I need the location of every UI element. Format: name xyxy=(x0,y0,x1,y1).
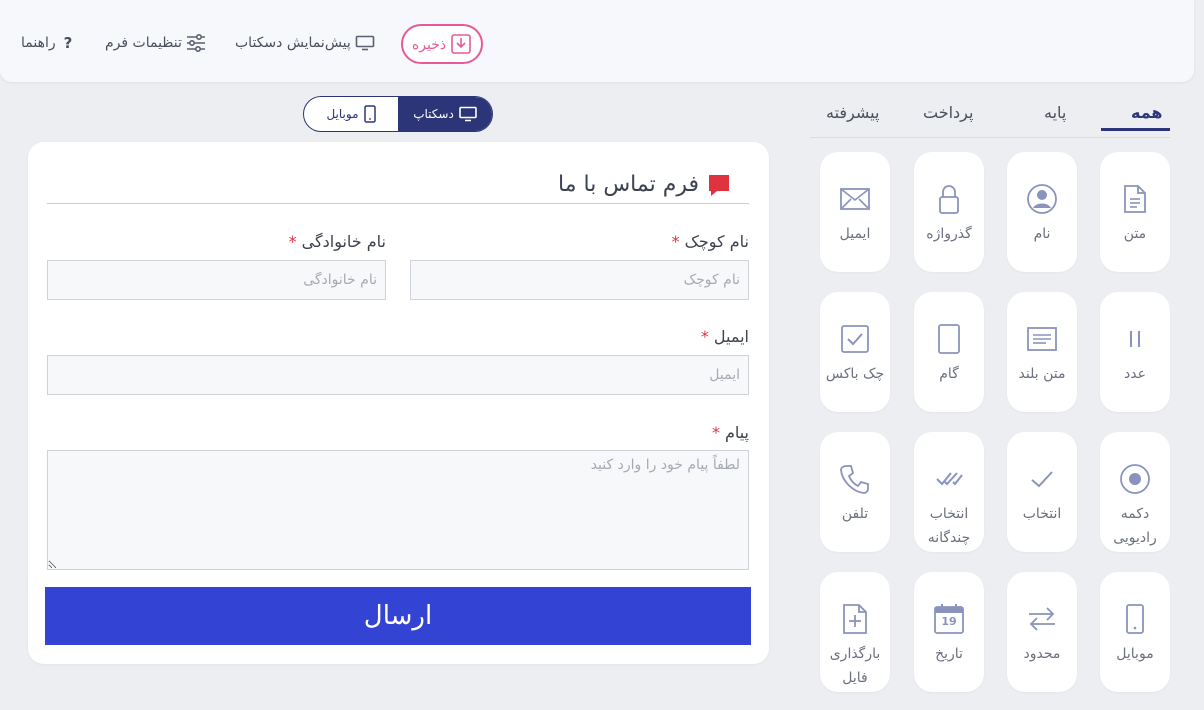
desktop-preview-label: پیش‌نمایش دسکتاب xyxy=(235,35,351,51)
palette-item-radio[interactable]: دکمه رادیویی xyxy=(1100,432,1170,552)
document-icon xyxy=(1124,185,1146,213)
palette-item-email[interactable]: ایمیل xyxy=(820,152,890,272)
mobile-icon xyxy=(363,105,376,123)
form-settings-button[interactable]: تنظیمات فرم xyxy=(105,30,206,56)
palette-item-label: متن xyxy=(1123,226,1147,242)
palette-item-label: چک باکس xyxy=(825,366,885,382)
palette-item-label: نام xyxy=(1033,226,1051,242)
palette-item-select[interactable]: انتخاب xyxy=(1007,432,1077,552)
last-name-label-text: نام خانوادگی xyxy=(301,232,386,251)
help-label: راهنما xyxy=(21,35,56,51)
user-circle-icon xyxy=(1027,184,1057,214)
palette-item-label: تاریخ xyxy=(935,646,963,662)
email-label-text: ایمیل xyxy=(713,327,749,346)
tab-advanced[interactable]: پیشرفته xyxy=(826,103,879,122)
required-mark: * xyxy=(288,232,297,251)
monitor-icon xyxy=(459,106,477,122)
active-tab-indicator xyxy=(1101,128,1170,131)
first-name-label: نام کوچک* xyxy=(672,232,749,251)
palette-item-range[interactable]: محدود xyxy=(1007,572,1077,692)
palette-item-label: عدد xyxy=(1124,366,1146,382)
double-check-icon xyxy=(936,472,963,486)
monitor-icon xyxy=(355,35,375,51)
form-title-text: فرم تماس با ما xyxy=(558,172,699,197)
required-mark: * xyxy=(711,423,720,442)
palette-item-label: بارگذاری فایل xyxy=(829,646,881,686)
palette-item-mobile[interactable]: موبایل xyxy=(1100,572,1170,692)
palette-item-checkbox[interactable]: چک باکس xyxy=(820,292,890,412)
palette-item-label: ایمیل xyxy=(839,226,871,242)
palette-item-label: متن بلند xyxy=(1018,366,1066,382)
palette-item-label: انتخاب چندگانه xyxy=(927,506,971,546)
palette-item-phone[interactable]: تلفن xyxy=(820,432,890,552)
help-button[interactable]: ? راهنما xyxy=(21,30,72,56)
desktop-preview-toggle-label: دسکتاپ xyxy=(413,107,454,121)
tabs-divider xyxy=(810,137,1170,138)
palette-item-password[interactable]: گذرواژه xyxy=(914,152,984,272)
palette-item-label: محدود xyxy=(1023,646,1061,662)
palette-item-number[interactable]: عدد xyxy=(1100,292,1170,412)
radio-icon xyxy=(1120,464,1150,494)
palette-item-label: تلفن xyxy=(841,506,869,522)
last-name-input[interactable] xyxy=(47,260,386,300)
email-label: ایمیل* xyxy=(701,327,749,346)
mobile-preview-label: موبایل xyxy=(326,107,359,121)
step-icon xyxy=(938,324,960,354)
email-input[interactable] xyxy=(47,355,749,395)
mobile-preview-button[interactable]: موبایل xyxy=(304,97,398,131)
message-label-text: پیام xyxy=(724,423,749,442)
required-mark: * xyxy=(700,327,709,346)
arrows-icon xyxy=(1029,607,1055,631)
palette-item-date[interactable]: 19 تاریخ xyxy=(914,572,984,692)
file-upload-icon xyxy=(843,604,867,634)
check-icon xyxy=(1031,471,1053,488)
top-toolbar: ? راهنما تنظیمات فرم پیش‌نمایش دسکتاب ذخ… xyxy=(0,0,1194,82)
tab-basic[interactable]: پایه xyxy=(1044,103,1066,122)
chat-bubble-icon xyxy=(709,174,729,196)
envelope-icon xyxy=(840,188,870,210)
palette-item-file-upload[interactable]: بارگذاری فایل xyxy=(820,572,890,692)
palette-item-label: موبایل xyxy=(1116,646,1154,662)
preview-device-toggle: موبایل دسکتاپ xyxy=(303,96,493,132)
palette-item-label: دکمه رادیویی xyxy=(1113,506,1157,546)
required-mark: * xyxy=(671,232,680,251)
palette-item-text[interactable]: متن xyxy=(1100,152,1170,272)
palette-item-multi-select[interactable]: انتخاب چندگانه xyxy=(914,432,984,552)
form-settings-label: تنظیمات فرم xyxy=(105,35,182,51)
paragraph-icon xyxy=(1027,327,1057,351)
palette-item-name[interactable]: نام xyxy=(1007,152,1077,272)
calendar-day: 19 xyxy=(941,615,957,628)
message-textarea[interactable] xyxy=(47,450,749,570)
sliders-icon xyxy=(186,34,205,52)
palette-item-label: انتخاب xyxy=(1022,506,1062,522)
save-button[interactable]: ذخیره xyxy=(401,24,483,64)
message-label: پیام* xyxy=(712,423,749,442)
help-icon: ? xyxy=(63,34,73,52)
download-icon xyxy=(451,34,471,54)
title-divider xyxy=(47,203,749,204)
palette-item-label: گام xyxy=(939,366,959,382)
desktop-preview-toggle-button[interactable]: دسکتاپ xyxy=(398,97,492,131)
checkbox-icon xyxy=(841,325,869,353)
mobile-icon xyxy=(1126,604,1144,634)
first-name-input[interactable] xyxy=(410,260,749,300)
number-icon xyxy=(1130,331,1140,347)
palette-item-step[interactable]: گام xyxy=(914,292,984,412)
phone-icon xyxy=(840,465,869,494)
form-preview-card: فرم تماس با ما نام کوچک* نام خانوادگی* ا… xyxy=(28,142,769,664)
submit-button[interactable]: ارسال xyxy=(45,587,751,645)
tab-all[interactable]: همه xyxy=(1131,103,1163,122)
palette-item-long-text[interactable]: متن بلند xyxy=(1007,292,1077,412)
save-label: ذخیره xyxy=(411,35,447,52)
tab-payment[interactable]: پرداخت xyxy=(923,103,973,122)
lock-icon xyxy=(939,185,959,214)
palette-item-label: گذرواژه xyxy=(926,226,972,242)
desktop-preview-button[interactable]: پیش‌نمایش دسکتاب xyxy=(235,30,375,56)
last-name-label: نام خانوادگی* xyxy=(289,232,386,251)
first-name-label-text: نام کوچک xyxy=(684,232,749,251)
form-title: فرم تماس با ما xyxy=(558,172,731,197)
